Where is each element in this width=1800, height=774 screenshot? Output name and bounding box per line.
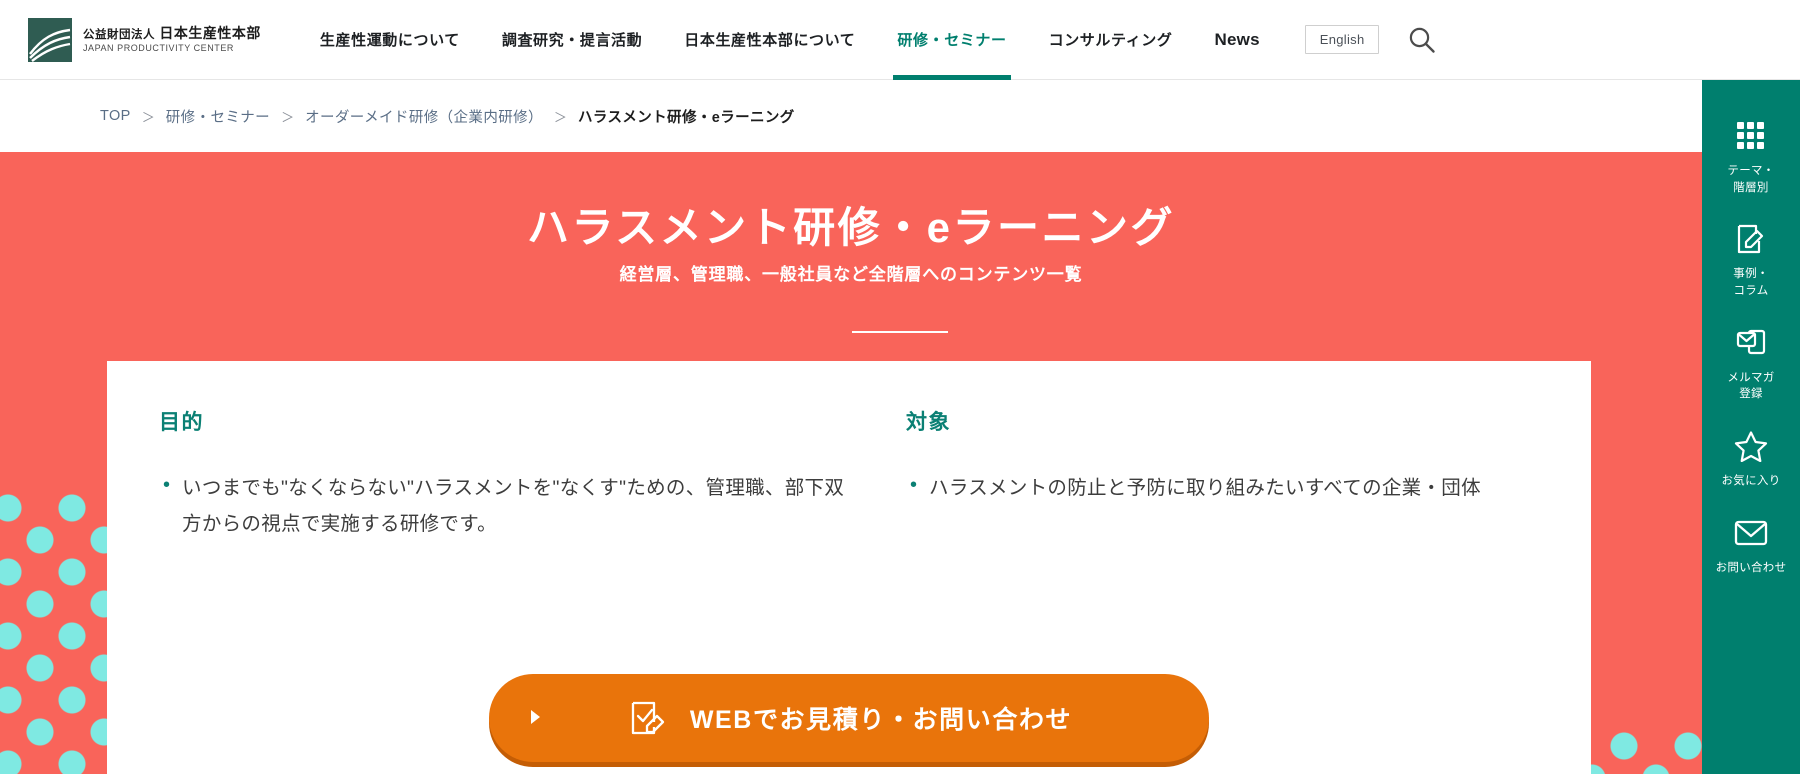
breadcrumb-separator: ＞ xyxy=(281,109,295,125)
rail-label-cases-columns: 事例・ コラム xyxy=(1733,268,1769,298)
cta-label: WEBでお見積り・お問い合わせ xyxy=(689,706,1073,734)
purpose-bullet-text: いつまでも"なくならない"ハラスメントを"なくす"ための、管理職、部下双方からの… xyxy=(182,477,845,536)
rail-item-favorites[interactable]: お気に入り xyxy=(1702,428,1800,490)
search-icon[interactable] xyxy=(1405,23,1439,57)
rail-label-favorites: お気に入り xyxy=(1721,475,1781,488)
rail-item-cases-columns[interactable]: 事例・ コラム xyxy=(1702,221,1800,299)
breadcrumb-item-custom-training[interactable]: オーダーメイド研修（企業内研修） xyxy=(305,106,543,127)
target-column: 対象 • ハラスメントの防止と予防に取り組みたいすべての企業・団体 xyxy=(849,406,1539,542)
logo-jp-prefix: 公益財団法人 xyxy=(83,28,155,41)
purpose-heading: 目的 xyxy=(159,411,204,434)
language-switch-button[interactable]: English xyxy=(1304,25,1380,54)
breadcrumb-separator: ＞ xyxy=(553,109,567,125)
site-header: 公益財団法人 日本生産性本部 JAPAN PRODUCTIVITY CENTER… xyxy=(0,0,1800,80)
overview-columns: 目的 • いつまでも"なくならない"ハラスメントを"なくす"ための、管理職、部下… xyxy=(107,361,1591,542)
grid-icon xyxy=(1735,118,1767,154)
title-divider xyxy=(49,320,1751,338)
target-heading: 対象 xyxy=(906,411,951,434)
rail-item-newsletter-signup[interactable]: メルマガ 登録 xyxy=(1702,325,1800,403)
target-bullet-text: ハラスメントの防止と予防に取り組みたいすべての企業・団体 xyxy=(929,477,1481,499)
page-title: ハラスメント研修・eラーニング xyxy=(526,204,1176,251)
breadcrumb-separator: ＞ xyxy=(141,109,155,125)
jpc-logo-mark-icon xyxy=(28,17,72,62)
nav-item-consulting[interactable]: コンサルティング xyxy=(1028,0,1194,80)
logo-japanese-name: 公益財団法人 日本生産性本部 xyxy=(83,26,261,42)
breadcrumb-item-current: ハラスメント研修・eラーニング xyxy=(577,109,795,126)
logo-jp-main: 日本生産性本部 xyxy=(159,24,261,41)
overview-card: 目的 • いつまでも"なくならない"ハラスメントを"なくす"ための、管理職、部下… xyxy=(107,361,1591,774)
bullet-icon: • xyxy=(910,474,918,496)
breadcrumb-item-top[interactable]: TOP xyxy=(100,108,131,124)
page-root: 公益財団法人 日本生産性本部 JAPAN PRODUCTIVITY CENTER… xyxy=(0,0,1800,774)
list-item: • いつまでも"なくならない"ハラスメントを"なくす"ための、管理職、部下双方か… xyxy=(159,470,849,542)
star-icon xyxy=(1734,428,1768,464)
rail-label-theme-level: テーマ・ 階層別 xyxy=(1727,165,1775,194)
web-quote-contact-button[interactable]: WEBでお見積り・お問い合わせ xyxy=(489,674,1209,762)
nav-item-news[interactable]: News xyxy=(1194,0,1281,80)
site-logo[interactable]: 公益財団法人 日本生産性本部 JAPAN PRODUCTIVITY CENTER xyxy=(28,17,261,62)
breadcrumb-item-training-seminar[interactable]: 研修・セミナー xyxy=(166,106,270,127)
hero-banner: ハラスメント研修・eラーニング 経営層、管理職、一般社員など全階層へのコンテンツ… xyxy=(0,152,1800,774)
purpose-column: 目的 • いつまでも"なくならない"ハラスメントを"なくす"ための、管理職、部下… xyxy=(159,406,849,542)
mail-signup-icon xyxy=(1735,325,1767,361)
nav-item-training-seminar[interactable]: 研修・セミナー xyxy=(876,0,1027,80)
list-item: • ハラスメントの防止と予防に取り組みたいすべての企業・団体 xyxy=(906,470,1539,506)
main-navigation: 生産性運動について 調査研究・提言活動 日本生産性本部について 研修・セミナー … xyxy=(299,0,1281,80)
logo-text: 公益財団法人 日本生産性本部 JAPAN PRODUCTIVITY CENTER xyxy=(83,26,261,54)
form-pencil-icon xyxy=(626,697,668,739)
rail-item-contact[interactable]: お問い合わせ xyxy=(1702,515,1800,577)
logo-english-name: JAPAN PRODUCTIVITY CENTER xyxy=(83,43,234,54)
rail-item-theme-level[interactable]: テーマ・ 階層別 xyxy=(1702,118,1800,196)
rail-label-contact: お問い合わせ xyxy=(1715,561,1787,574)
nav-item-research-proposals[interactable]: 調査研究・提言活動 xyxy=(481,0,663,80)
nav-item-about-jpc[interactable]: 日本生産性本部について xyxy=(663,0,876,80)
envelope-icon xyxy=(1734,515,1768,551)
cta-area: WEBでお見積り・お問い合わせ xyxy=(107,674,1591,762)
breadcrumb: TOP ＞ 研修・セミナー ＞ オーダーメイド研修（企業内研修） ＞ ハラスメン… xyxy=(0,80,1800,152)
triangle-right-icon xyxy=(531,710,540,724)
nav-item-productivity-movement[interactable]: 生産性運動について xyxy=(299,0,481,80)
rail-label-newsletter-signup: メルマガ 登録 xyxy=(1727,371,1775,401)
bullet-icon: • xyxy=(163,474,171,496)
page-subtitle: 経営層、管理職、一般社員など全階層へのコンテンツ一覧 xyxy=(619,265,1083,284)
side-rail: テーマ・ 階層別 事例・ コラム メルマガ 登録 お気に入り お問い合わせ xyxy=(1702,80,1800,774)
edit-document-icon xyxy=(1735,221,1767,257)
